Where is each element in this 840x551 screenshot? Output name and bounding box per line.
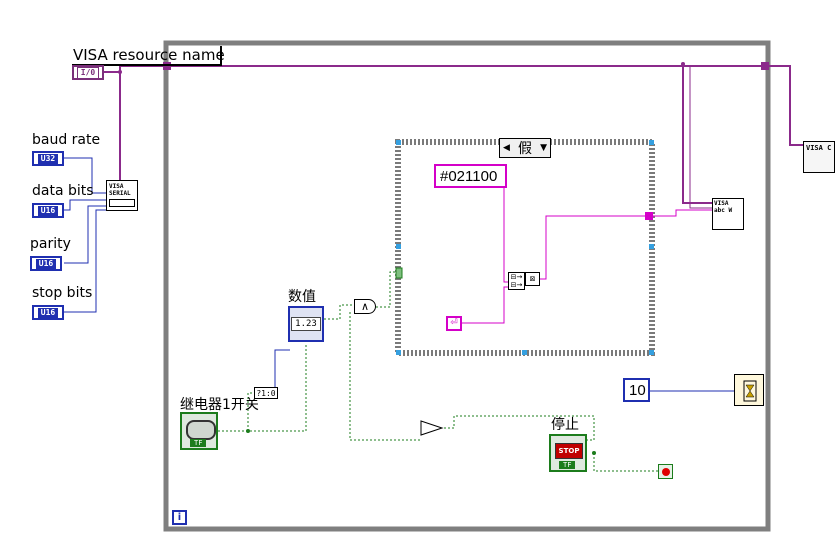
- loop-condition-terminal[interactable]: [658, 464, 673, 479]
- baud-rate-terminal[interactable]: U32: [32, 151, 64, 166]
- data-bits-label: data bits: [32, 183, 94, 199]
- empty-string-wire: [462, 286, 510, 324]
- decrement-arrow-icon[interactable]: ◀: [503, 143, 510, 153]
- visa-resource-label: VISA resource name: [73, 46, 225, 64]
- format-node[interactable]: ⊠: [525, 272, 540, 286]
- concat-strings-node[interactable]: ⊟→ ⊟→: [508, 272, 525, 290]
- loop-iteration-terminal[interactable]: i: [172, 510, 187, 525]
- visa-serial-wire: [106, 66, 121, 199]
- visa-write-wire-2: [689, 66, 712, 209]
- command-string-constant[interactable]: #021100: [434, 164, 507, 188]
- case-selector-terminal: [395, 267, 403, 279]
- concat-out-wire: [540, 215, 648, 280]
- visa-resource-terminal[interactable]: I/0: [72, 65, 104, 80]
- baud-rate-label: baud rate: [32, 132, 101, 148]
- visa-write-wire: [682, 64, 712, 204]
- stop-bits-label: stop bits: [32, 285, 93, 301]
- empty-string-constant[interactable]: ⏎: [446, 316, 462, 331]
- parity-label: parity: [30, 236, 71, 252]
- wait-ms-constant[interactable]: 10: [623, 378, 650, 402]
- relay1-switch-control[interactable]: TF: [180, 412, 218, 450]
- data-bits-wire: [64, 199, 106, 211]
- case-selector-label[interactable]: ◀ 假 ▼: [499, 138, 551, 158]
- value-label: 数值: [288, 289, 316, 305]
- stop-bits-terminal[interactable]: U16: [32, 305, 64, 320]
- visa-out-tunnel: [761, 62, 769, 70]
- stop-wire: [593, 453, 658, 472]
- not-operator[interactable]: [420, 420, 444, 436]
- stop-button-control[interactable]: STOP TF: [549, 434, 587, 472]
- and-operator[interactable]: ∧: [354, 299, 376, 314]
- parity-wire: [64, 205, 106, 264]
- visa-resource-wire: [104, 65, 803, 146]
- visa-serial-config-node[interactable]: VISA SERIAL: [106, 180, 138, 211]
- relay-numeric-wire: [265, 349, 290, 393]
- toggle-icon: [186, 420, 216, 440]
- bool-to-number-node[interactable]: ?1:0: [254, 387, 278, 399]
- numeric-indicator[interactable]: 1.23: [288, 306, 324, 342]
- visa-close-node[interactable]: VISA C: [803, 141, 835, 173]
- cmd-string-wire: [503, 188, 510, 283]
- parity-terminal[interactable]: U16: [30, 256, 62, 271]
- string-tunnel: [645, 212, 653, 220]
- dropdown-arrow-icon[interactable]: ▼: [540, 143, 547, 153]
- wait-ms-node[interactable]: [734, 374, 764, 406]
- relay1-switch-label: 继电器1开关: [180, 397, 259, 413]
- string-to-write-wire: [652, 209, 712, 217]
- data-bits-terminal[interactable]: U16: [32, 203, 64, 218]
- while-loop-frame: [163, 40, 771, 532]
- diagram-wires: [64, 40, 803, 532]
- stop-circle-icon: [662, 468, 670, 476]
- visa-write-node[interactable]: VISA abc W: [712, 198, 744, 230]
- shift-wire: [349, 312, 420, 441]
- stop-label: 停止: [551, 417, 579, 433]
